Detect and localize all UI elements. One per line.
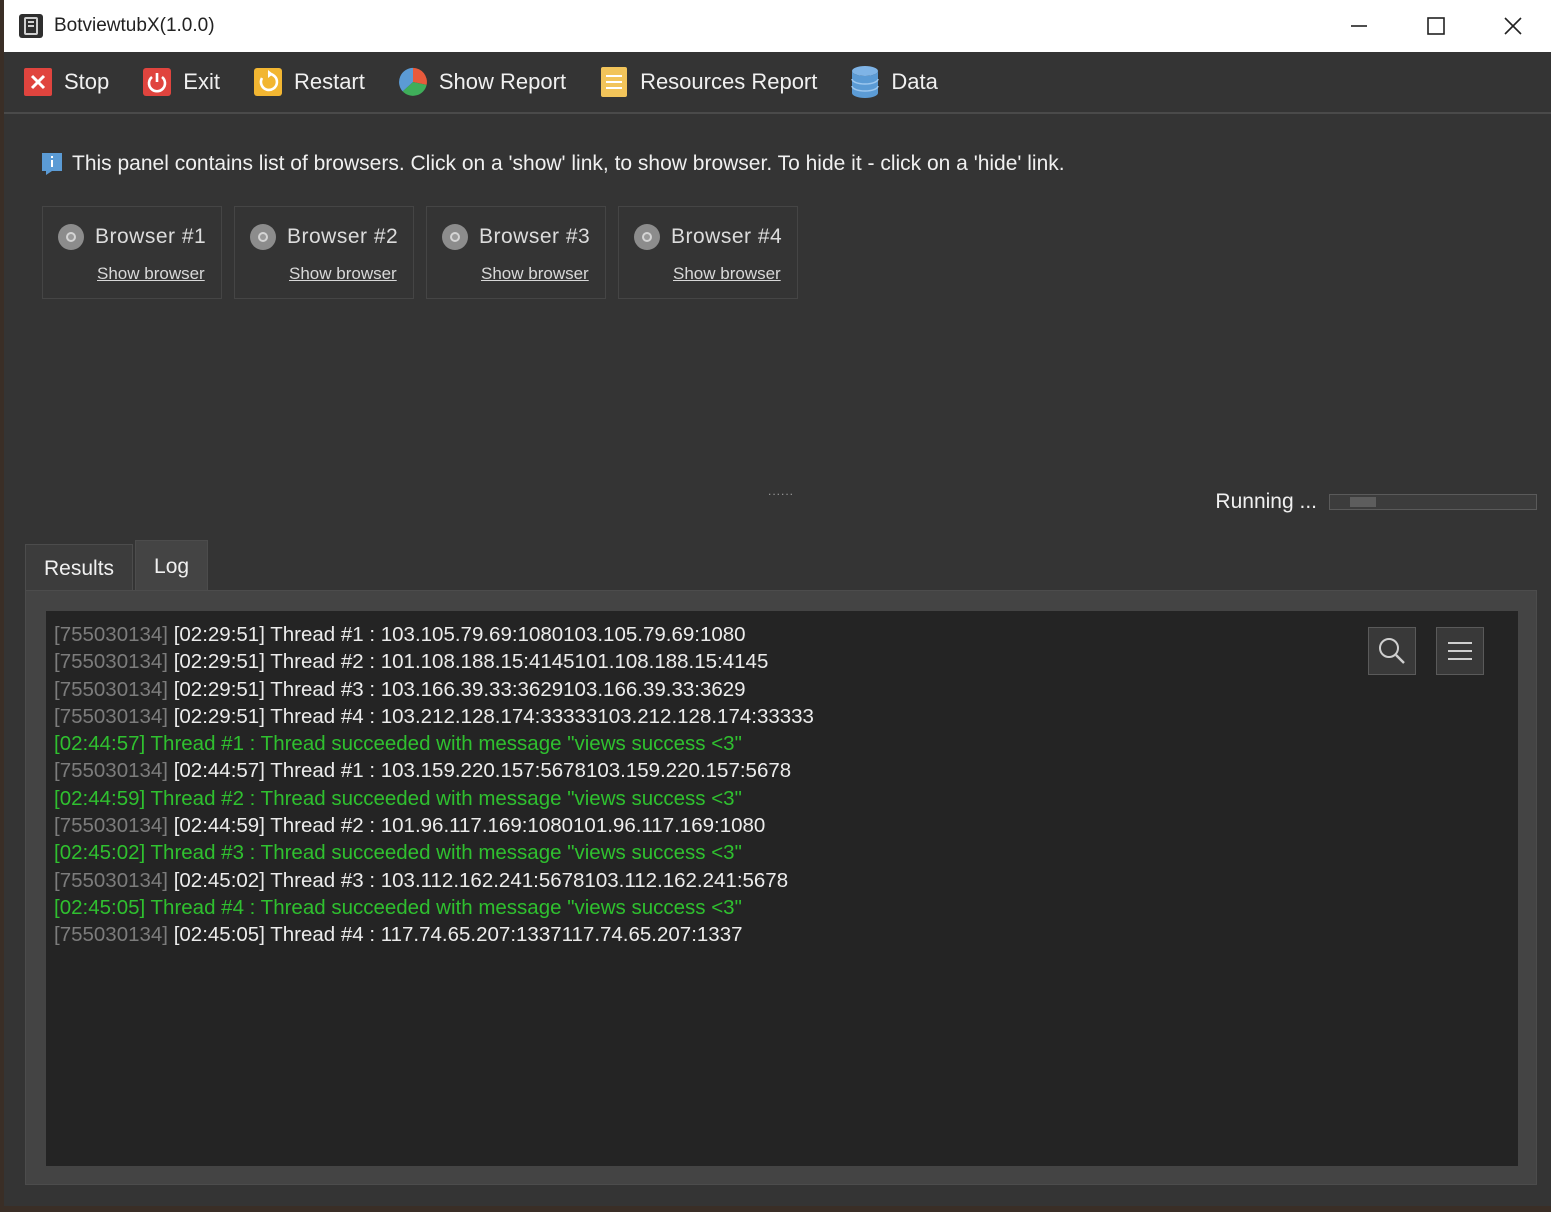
log-line: [02:44:57] Thread #1 : Thread succeeded … [54,730,1518,757]
window-title: BotviewtubX(1.0.0) [54,15,215,36]
log-text: [02:44:59] Thread #2 : Thread succeeded … [54,786,742,810]
maximize-button[interactable] [1397,0,1474,52]
log-text: [02:44:57] Thread #1 : 103.159.220.157:5… [173,759,792,783]
browser-icon [250,224,276,250]
browser-list: Browser #1 Show browser Browser #2 Show … [42,206,810,299]
restart-label: Restart [293,69,365,94]
log-prefix: [755030134] [54,759,174,783]
menu-icon [1448,642,1472,660]
log-text: [02:29:51] Thread #1 : 103.105.79.69:108… [173,623,746,646]
log-prefix: [755030134] [54,868,174,892]
browser-name: Browser #2 [287,225,399,248]
log-text: [02:44:57] Thread #1 : Thread succeeded … [54,732,742,756]
resources-report-label: Resources Report [640,69,818,94]
log-prefix: [755030134] [54,650,174,674]
log-prefix: [755030134] [54,623,174,646]
log-text: [02:29:51] Thread #2 : 101.108.188.15:41… [173,650,769,674]
log-line: [755030134] [02:45:02] Thread #3 : 103.1… [54,867,1518,894]
progress-bar [1329,494,1537,510]
log-line: [755030134] [02:44:59] Thread #2 : 101.9… [54,812,1518,839]
browser-icon [442,224,468,250]
log-prefix: [755030134] [54,677,174,701]
log-prefix: [755030134] [54,923,174,947]
app-icon [19,14,43,38]
data-button[interactable]: Data [849,66,938,98]
splitter-handle[interactable]: ...... [768,484,794,498]
log-menu-button[interactable] [1436,627,1484,675]
log-search-button[interactable] [1368,627,1416,675]
pie-chart-icon [397,66,429,98]
info-icon [42,153,62,175]
restart-button[interactable]: Restart [252,66,365,98]
log-prefix: [755030134] [54,704,174,728]
log-text: [02:44:59] Thread #2 : 101.96.117.169:10… [173,814,766,838]
minimize-icon [1350,25,1367,27]
log-text: [02:29:51] Thread #4 : 103.212.128.174:3… [173,704,814,728]
show-report-label: Show Report [438,69,567,94]
title-bar: BotviewtubX(1.0.0) [4,0,1551,52]
resources-report-button[interactable]: Resources Report [598,66,817,98]
log-line: [755030134] [02:44:57] Thread #1 : 103.1… [54,757,1518,784]
browser-card-1: Browser #1 Show browser [42,206,222,299]
show-browser-link[interactable]: Show browser [97,264,205,284]
tab-results[interactable]: Results [25,544,134,592]
data-label: Data [891,69,938,94]
maximize-icon [1426,17,1445,35]
stop-icon [22,66,54,98]
exit-button[interactable]: Exit [141,66,220,98]
exit-label: Exit [183,69,220,94]
show-browser-link[interactable]: Show browser [481,264,589,284]
stop-button[interactable]: Stop [22,66,109,98]
log-text: [02:45:05] Thread #4 : Thread succeeded … [54,895,742,919]
log-text: [02:45:02] Thread #3 : Thread succeeded … [54,841,742,865]
app-window: BotviewtubX(1.0.0) Stop Exit Restart Sho… [4,0,1551,1206]
browser-card-4: Browser #4 Show browser [618,206,798,299]
log-line: [755030134] [02:29:51] Thread #4 : 103.2… [54,703,1518,730]
log-line: [755030134] [02:29:51] Thread #3 : 103.1… [54,676,1518,703]
log-tab-pane: [755030134] [02:29:51] Thread #1 : 103.1… [25,590,1537,1185]
log-line: [02:44:59] Thread #2 : Thread succeeded … [54,785,1518,812]
minimize-button[interactable] [1320,0,1397,52]
document-icon [598,66,630,98]
power-icon [141,66,173,98]
toolbar: Stop Exit Restart Show Report Resources … [4,52,1551,114]
browser-card-3: Browser #3 Show browser [426,206,606,299]
info-text: This panel contains list of browsers. Cl… [72,152,1065,175]
log-text: [02:29:51] Thread #3 : 103.166.39.33:362… [173,677,746,701]
status-area: Running ... [1215,490,1537,514]
browser-icon [634,224,660,250]
show-browser-link[interactable]: Show browser [289,264,397,284]
log-line: [02:45:02] Thread #3 : Thread succeeded … [54,839,1518,866]
log-output[interactable]: [755030134] [02:29:51] Thread #1 : 103.1… [46,611,1518,1166]
search-icon [1379,638,1405,664]
browser-icon [58,224,84,250]
progress-indicator [1350,497,1376,507]
show-browser-link[interactable]: Show browser [673,264,781,284]
log-line: [02:45:05] Thread #4 : Thread succeeded … [54,894,1518,921]
log-text: [02:45:02] Thread #3 : 103.112.162.241:5… [173,868,789,892]
tab-log[interactable]: Log [135,540,209,592]
tab-bar: Results Log [25,540,210,592]
browser-name: Browser #3 [479,225,591,248]
close-icon [1503,17,1522,35]
log-line: [755030134] [02:45:05] Thread #4 : 117.7… [54,921,1518,948]
log-text: [02:45:05] Thread #4 : 117.74.65.207:133… [173,923,743,947]
log-line: [755030134] [02:29:51] Thread #2 : 101.1… [54,648,1518,675]
info-message: This panel contains list of browsers. Cl… [42,152,1065,176]
browser-name: Browser #4 [671,225,783,248]
status-text: Running ... [1215,490,1317,513]
window-controls [1320,0,1551,52]
show-report-button[interactable]: Show Report [397,66,566,98]
browser-name: Browser #1 [95,225,207,248]
database-icon [849,66,881,98]
log-prefix: [755030134] [54,814,174,838]
stop-label: Stop [64,69,110,94]
restart-icon [252,66,284,98]
log-line: [755030134] [02:29:51] Thread #1 : 103.1… [54,621,1518,648]
browser-card-2: Browser #2 Show browser [234,206,414,299]
close-button[interactable] [1474,0,1551,52]
